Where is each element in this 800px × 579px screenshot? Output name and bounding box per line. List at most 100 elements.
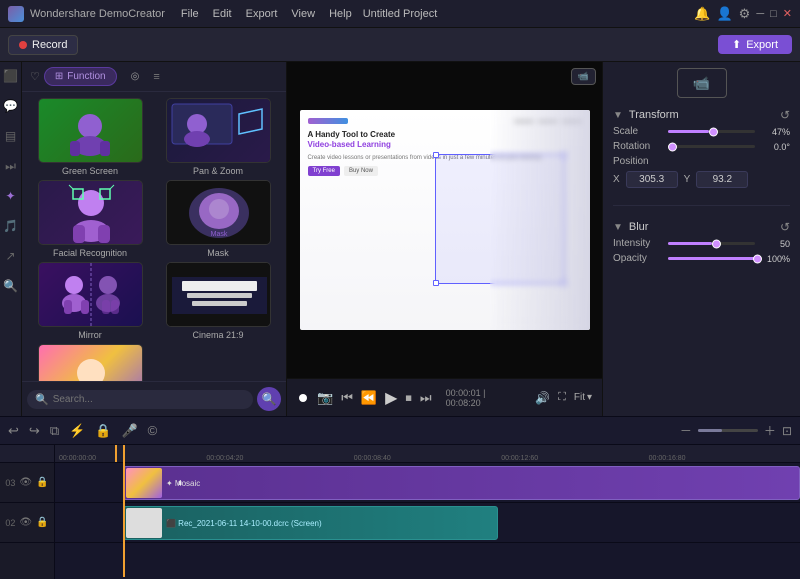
zoom-in-button[interactable]: ＋ — [764, 422, 776, 439]
fit-button[interactable]: Fit ▾ — [574, 392, 592, 403]
green-screen-thumb — [38, 98, 143, 163]
menu-edit[interactable]: Edit — [213, 8, 232, 20]
scale-slider[interactable] — [668, 130, 755, 133]
app-name: Wondershare DemoCreator — [30, 8, 165, 20]
blur-reset[interactable]: ↺ — [780, 220, 790, 234]
notification-icon[interactable]: 🔔 — [694, 6, 710, 22]
maximize-button[interactable]: □ — [770, 8, 777, 20]
preview-blur-overlay — [490, 110, 590, 330]
chevron-down-icon: ▾ — [587, 392, 592, 403]
scale-thumb[interactable] — [709, 127, 718, 136]
menu-help[interactable]: Help — [329, 8, 352, 20]
track-eye-02[interactable]: 👁 — [19, 517, 32, 528]
blur-section: ▼ Blur ↺ Intensity 50 Opacity — [613, 220, 790, 268]
rotation-slider[interactable] — [668, 145, 755, 148]
effect-facial-recognition[interactable]: Facial Recognition — [28, 180, 152, 258]
track-eye-03[interactable]: 👁 — [19, 477, 32, 488]
account-icon[interactable]: 👤 — [716, 6, 732, 22]
pan-zoom-label: Pan & Zoom — [193, 166, 243, 176]
preview-video-indicator: 📹 — [571, 68, 596, 85]
clip-screen[interactable]: ⬛ Rec_2021-06-11 14-10-00.dcrc (Screen) — [123, 506, 498, 540]
record-button[interactable]: Record — [8, 35, 78, 55]
function-tab[interactable]: ⊞ Function — [44, 67, 117, 86]
effect-mosaic[interactable]: Mosaic Mosaic — [28, 344, 152, 381]
sidebar-effects-icon[interactable]: ✦ — [3, 188, 19, 204]
export-button[interactable]: ⬆ Export — [718, 35, 792, 54]
settings-icon[interactable]: ⚙ — [739, 6, 751, 22]
sidebar-zoom-icon[interactable]: 🔍 — [3, 278, 19, 294]
volume-icon[interactable]: 🔊 — [535, 391, 550, 405]
search-input[interactable] — [53, 394, 245, 405]
track-lock-02[interactable]: 🔒 — [36, 517, 48, 528]
opacity-slider[interactable] — [668, 257, 755, 260]
transform-reset[interactable]: ↺ — [780, 108, 790, 122]
sidebar-text-icon[interactable]: 💬 — [3, 98, 19, 114]
intensity-thumb[interactable] — [712, 239, 721, 248]
intensity-slider[interactable] — [668, 242, 755, 245]
sidebar-transition-icon[interactable]: ▤ — [3, 128, 19, 144]
rotation-thumb[interactable] — [668, 142, 677, 151]
app-logo — [8, 6, 24, 22]
effect-cinema[interactable]: Cinema 21:9 — [156, 262, 280, 340]
transform-section-header: ▼ Transform ↺ — [613, 108, 790, 122]
redo-button[interactable]: ↪ — [29, 423, 40, 439]
zoom-out-button[interactable]: － — [680, 422, 692, 439]
minimize-button[interactable]: ─ — [756, 8, 764, 20]
track-lock-03[interactable]: 🔒 — [36, 477, 48, 488]
audio-button[interactable]: ⚡ — [69, 423, 85, 439]
menu-view[interactable]: View — [291, 8, 315, 20]
list-tab[interactable]: ≡ — [153, 71, 159, 83]
undo-button[interactable]: ↩ — [8, 423, 19, 439]
clip-mosaic[interactable]: ⏸ ✦ Mosaic — [123, 466, 800, 500]
fit-timeline-button[interactable]: ⊡ — [782, 424, 792, 438]
effect-pan-zoom[interactable]: Pan & Zoom — [156, 98, 280, 176]
clip-screen-label: ⬛ Rec_2021-06-11 14-10-00.dcrc (Screen) — [162, 519, 322, 528]
camera-ctrl[interactable]: 📷 — [317, 390, 333, 406]
search-active-button[interactable]: 🔍 — [257, 387, 281, 411]
copyright-button[interactable]: © — [148, 423, 158, 438]
effect-green-screen[interactable]: Green Screen — [28, 98, 152, 176]
sidebar-media-icon[interactable]: ⬛ — [3, 68, 19, 84]
template-tab[interactable]: ◎ — [121, 68, 150, 85]
effect-mask[interactable]: Mask Mask — [156, 180, 280, 258]
play-button[interactable]: ▶ — [385, 388, 397, 408]
skip-forward-button[interactable]: ⏭ — [420, 390, 432, 406]
menu-export[interactable]: Export — [246, 8, 278, 20]
logo-area: Wondershare DemoCreator File Edit Export… — [8, 6, 352, 22]
rotation-value: 0.0° — [755, 142, 790, 152]
menu-file[interactable]: File — [181, 8, 199, 20]
mic-button[interactable]: 🎤 — [121, 423, 137, 439]
mosaic-thumb-wrap: Mosaic — [38, 344, 143, 381]
blur-label: Blur — [629, 221, 649, 233]
playhead-line — [115, 445, 117, 462]
track-control-03: 03 👁 🔒 — [0, 463, 54, 503]
intensity-value: 50 — [755, 239, 790, 249]
opacity-label: Opacity — [613, 253, 668, 264]
blur-chevron[interactable]: ▼ — [613, 222, 623, 233]
favorites-tab[interactable]: ♡ — [30, 70, 40, 83]
lock-button[interactable]: 🔒 — [95, 423, 111, 439]
close-button[interactable]: ✕ — [783, 7, 792, 20]
back-frame-button[interactable]: ⏪ — [361, 390, 377, 406]
timeline-tracks: 03 👁 🔒 02 👁 🔒 00:00:00:00 00:00:04 — [0, 445, 800, 579]
sidebar-cursor-icon[interactable]: ↗ — [3, 248, 19, 264]
pos-y-input[interactable] — [696, 171, 748, 188]
pos-x-input[interactable] — [626, 171, 678, 188]
transform-label: Transform — [629, 109, 679, 121]
effect-mirror[interactable]: Mirror — [28, 262, 152, 340]
sidebar-audio-icon[interactable]: 🎵 — [3, 218, 19, 234]
handle-bl[interactable] — [433, 280, 439, 286]
zoom-slider[interactable] — [698, 429, 758, 432]
sidebar-annotation-icon[interactable]: ⏭ — [3, 158, 19, 174]
split-button[interactable]: ⧉ — [50, 423, 59, 439]
skip-back-button[interactable]: ⏮ — [341, 390, 353, 406]
ruler-mark-0: 00:00:00:00 — [59, 455, 96, 462]
handle-tl[interactable] — [433, 152, 439, 158]
stop-button[interactable]: ⏹ — [405, 390, 412, 406]
intensity-fill — [668, 242, 712, 245]
transform-chevron[interactable]: ▼ — [613, 110, 623, 121]
opacity-thumb[interactable] — [753, 254, 762, 263]
menu-bar: File Edit Export View Help — [181, 8, 352, 20]
preview-controls: 📷 ⏮ ⏪ ▶ ⏹ ⏭ 00:00:01 | 00:08:20 🔊 ⛶ Fit … — [287, 378, 602, 416]
crop-icon[interactable]: ⛶ — [558, 391, 566, 404]
